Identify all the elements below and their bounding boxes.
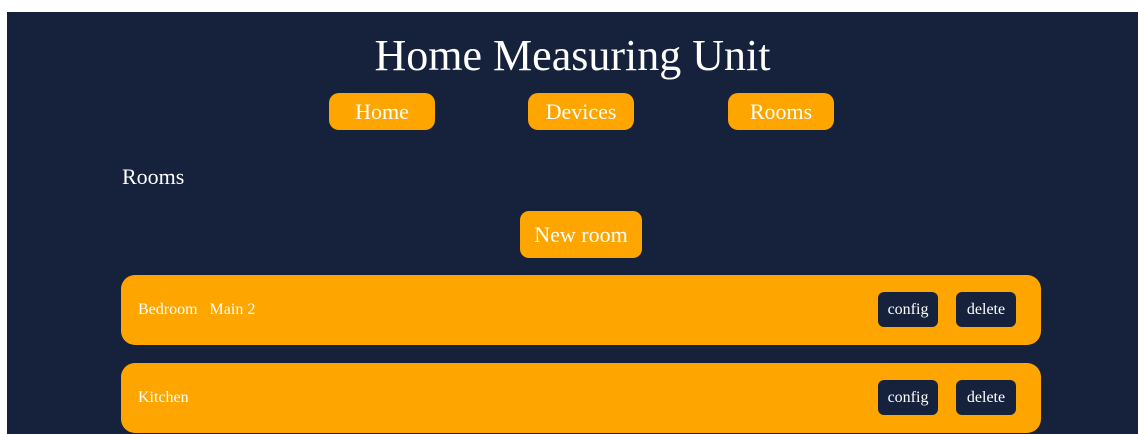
- delete-button[interactable]: delete: [956, 380, 1016, 415]
- room-name: Bedroom: [138, 301, 198, 318]
- app-title: Home Measuring Unit: [374, 31, 771, 80]
- app-frame: Home Measuring Unit Home Devices Rooms R…: [7, 12, 1138, 434]
- room-label: Kitchen: [138, 363, 189, 433]
- room-extra: Main 2: [209, 301, 256, 318]
- nav-devices-button[interactable]: Devices: [528, 93, 634, 130]
- config-button[interactable]: config: [878, 292, 938, 327]
- section-title: Rooms: [122, 164, 185, 189]
- delete-button[interactable]: delete: [956, 292, 1016, 327]
- room-row: Bedroom Main 2 config delete: [121, 275, 1041, 345]
- main-nav: Home Devices Rooms: [7, 93, 1138, 130]
- room-label: Bedroom Main 2: [138, 275, 255, 345]
- config-button[interactable]: config: [878, 380, 938, 415]
- room-row: Kitchen config delete: [121, 363, 1041, 433]
- new-room-button[interactable]: New room: [520, 211, 642, 258]
- room-name: Kitchen: [138, 389, 189, 406]
- nav-home-button[interactable]: Home: [329, 93, 435, 130]
- nav-rooms-button[interactable]: Rooms: [728, 93, 834, 130]
